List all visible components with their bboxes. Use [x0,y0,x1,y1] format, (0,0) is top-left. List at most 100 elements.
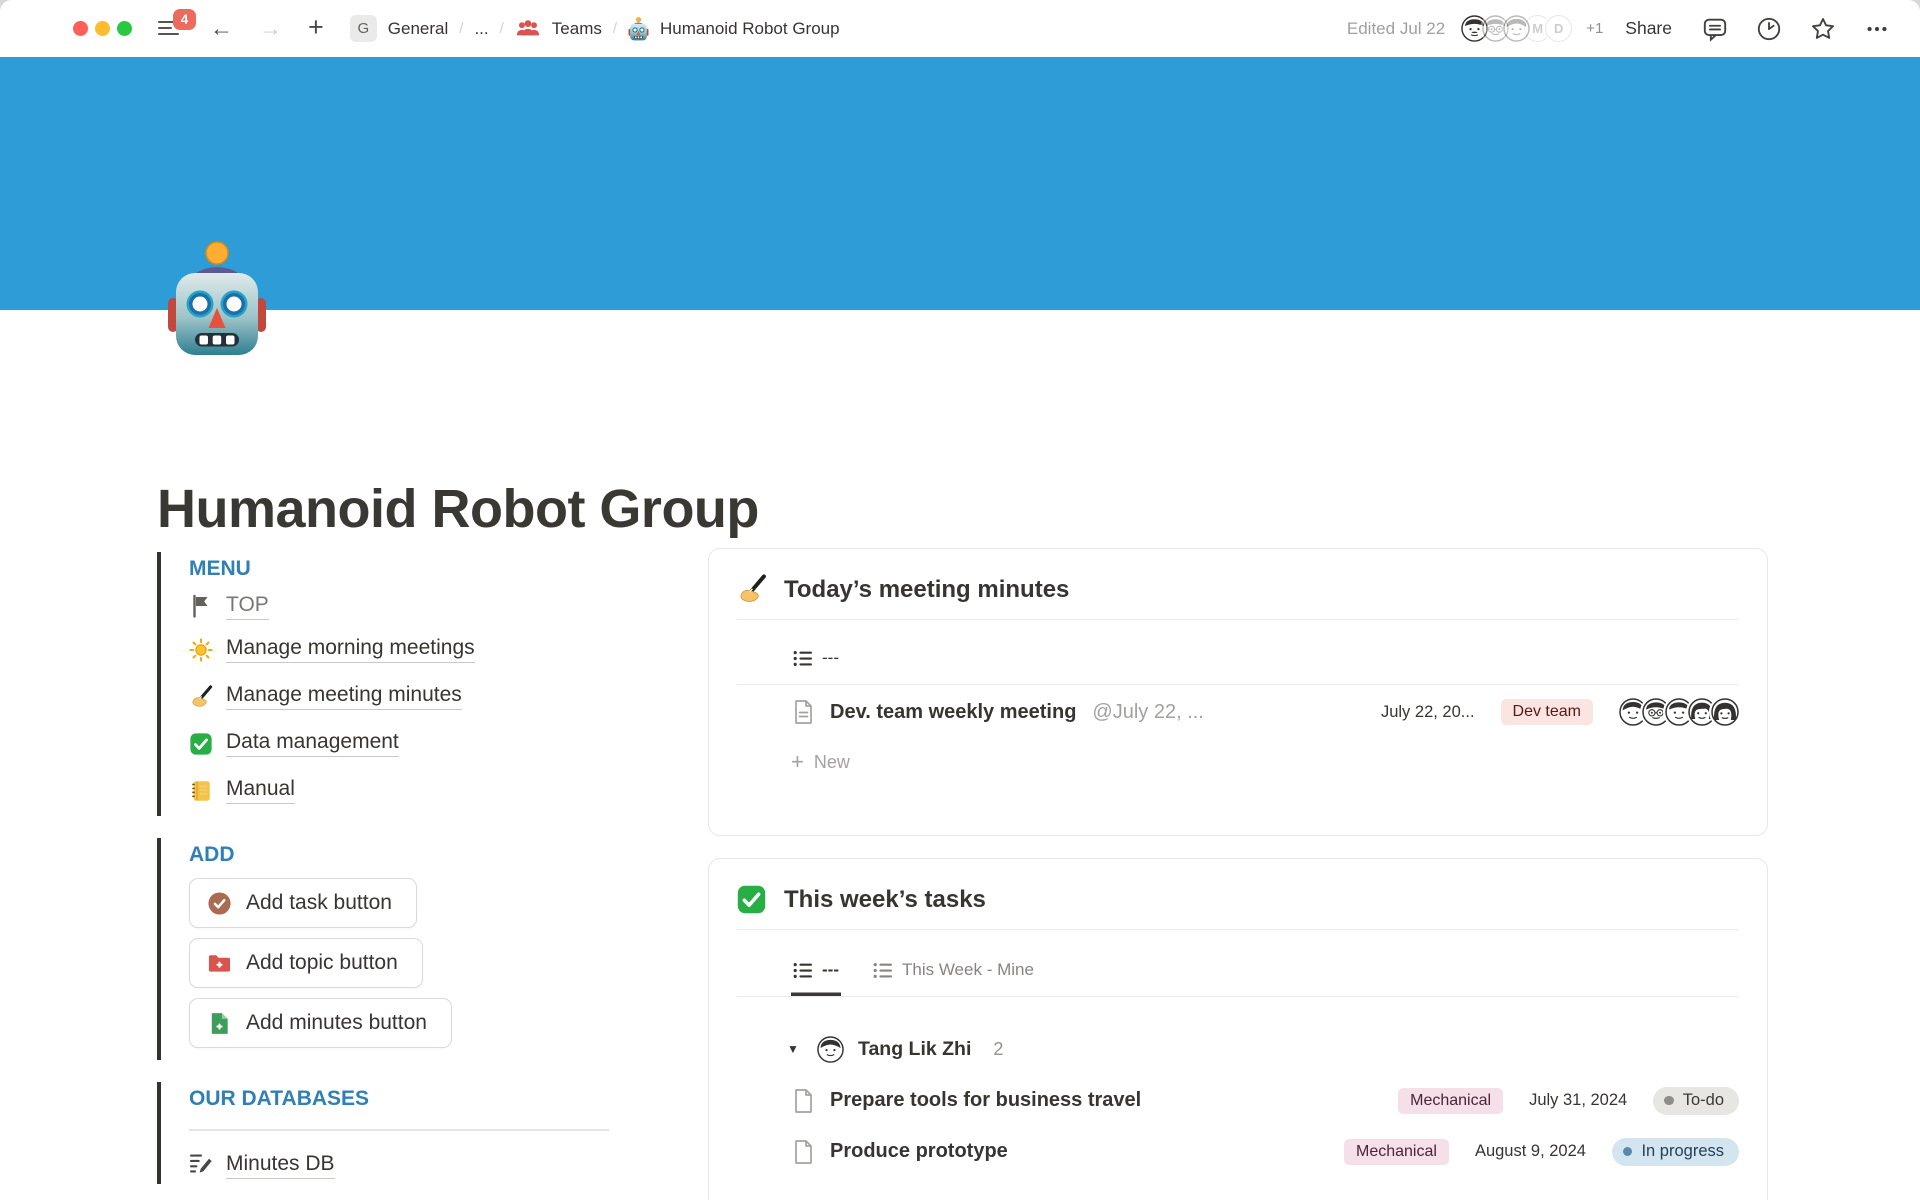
breadcrumb-separator: / [459,20,463,37]
avatar-overflow-count[interactable]: +1 [1586,20,1603,37]
back-button[interactable]: ← [210,17,233,40]
task-row[interactable]: Prepare tools for business travel Mechan… [737,1075,1739,1126]
nav-controls: 4 ← → + [158,16,324,41]
folder-plus-icon [207,951,232,976]
menu-link-label[interactable]: Manage morning meetings [226,636,475,663]
updates-clock-icon[interactable] [1756,16,1782,42]
add-task-label: Add task button [246,891,392,915]
task-check-circle-icon [207,891,232,916]
forward-button[interactable]: → [259,17,282,40]
avatar[interactable] [1503,15,1530,42]
status-dot [1623,1147,1633,1157]
meeting-row[interactable]: Dev. team weekly meeting @July 22, ... J… [737,685,1739,739]
viewer-avatars: M D [1461,15,1572,42]
new-label: New [814,752,850,773]
menu-section: MENU TOP Manage morning meetings Manage … [157,552,637,816]
breadcrumb-page[interactable]: Humanoid Robot Group [660,19,840,39]
status-badge-todo: To-do [1653,1087,1739,1115]
document-icon [791,699,816,725]
category-tag: Mechanical [1398,1088,1503,1114]
menu-link-data-management[interactable]: Data management [189,720,637,767]
breadcrumb-separator: / [613,20,617,37]
menu-link-label[interactable]: Manage meeting minutes [226,683,462,710]
add-topic-button[interactable]: Add topic button [189,938,423,988]
card-header: Today’s meeting minutes [709,549,1767,619]
task-title: Produce prototype [830,1140,1008,1163]
status-dot [1664,1096,1674,1106]
avatar [817,1036,844,1063]
breadcrumb-separator: / [500,20,504,37]
meeting-date: July 22, 20... [1381,703,1475,722]
list-view-icon [793,650,813,667]
minutes-db-label[interactable]: Minutes DB [226,1152,335,1179]
add-section: ADD Add task button Add topic button [157,838,637,1060]
page-icon [791,1139,816,1165]
page-title: Humanoid Robot Group [157,478,759,540]
writing-hand-icon [736,574,767,605]
sun-icon [189,638,213,662]
breadcrumb-teams[interactable]: Teams [552,19,602,39]
new-meeting-button[interactable]: + New [737,739,1739,786]
avatar-initial[interactable]: D [1545,15,1572,42]
green-check-icon [189,732,213,756]
view-tab-active[interactable]: --- [791,930,841,996]
robot-page-icon[interactable] [166,240,268,358]
sidebar-toggle-icon[interactable]: 4 [158,18,184,40]
breadcrumb-ellipsis[interactable]: ... [474,19,488,39]
flag-icon [189,594,213,618]
task-row[interactable]: Produce prototype Mechanical August 9, 2… [737,1126,1739,1177]
workspace-chip[interactable]: G [350,15,377,42]
window-controls [0,21,132,36]
green-check-icon [736,884,767,915]
more-ellipsis-icon[interactable] [1864,16,1890,42]
breadcrumb: G General / ... / Teams / Humanoid Robot… [350,15,840,42]
last-edited-label: Edited Jul 22 [1347,19,1445,39]
zoom-window-button[interactable] [117,21,132,36]
view-tab-label: This Week - Mine [902,960,1034,980]
share-button[interactable]: Share [1625,18,1672,39]
add-task-button[interactable]: Add task button [189,878,417,928]
menu-link-label[interactable]: Manual [226,777,295,804]
add-topic-label: Add topic button [246,951,398,975]
page-cover[interactable] [0,57,1920,310]
view-tab-label: --- [822,960,839,980]
databases-section: OUR DATABASES Minutes DB [157,1082,637,1184]
ledger-icon [189,779,213,803]
page-icon [791,1088,816,1114]
view-tab-this-week-mine[interactable]: This Week - Mine [871,930,1036,996]
view-tab[interactable]: --- [791,620,841,684]
favorite-star-icon[interactable] [1810,16,1836,42]
status-label: To-do [1683,1091,1724,1110]
file-plus-icon [207,1011,232,1036]
menu-link-label[interactable]: Data management [226,730,399,757]
meeting-title: Dev. team weekly meeting [830,701,1076,724]
task-date: July 31, 2024 [1529,1091,1627,1110]
category-tag: Mechanical [1344,1139,1449,1165]
robot-icon [628,17,649,41]
date-mention: @July 22, ... [1092,701,1203,724]
menu-link-label[interactable]: TOP [226,593,269,620]
menu-link-manual[interactable]: Manual [189,767,637,814]
notion-window: 4 ← → + G General / ... / Teams / Humano… [0,0,1920,1200]
task-title: Prepare tools for business travel [830,1089,1141,1112]
minimize-window-button[interactable] [95,21,110,36]
collapse-triangle-icon[interactable]: ▼ [787,1042,803,1056]
new-tab-button[interactable]: + [308,14,324,41]
menu-link-top[interactable]: TOP [189,586,637,626]
divider [189,1129,609,1131]
breadcrumb-general[interactable]: General [388,19,448,39]
close-window-button[interactable] [73,21,88,36]
menu-link-meeting-minutes[interactable]: Manage meeting minutes [189,673,637,720]
add-minutes-button[interactable]: Add minutes button [189,998,452,1048]
minutes-db-link[interactable]: Minutes DB [189,1150,637,1182]
group-header-row[interactable]: ▼ Tang Lik Zhi 2 [737,1023,1739,1075]
databases-header: OUR DATABASES [189,1086,637,1112]
list-pencil-icon [189,1151,213,1180]
comments-icon[interactable] [1702,16,1728,42]
menu-link-morning-meetings[interactable]: Manage morning meetings [189,626,637,673]
card-header: This week’s tasks [709,859,1767,929]
notification-badge: 4 [173,9,196,30]
status-badge-in-progress: In progress [1612,1138,1739,1166]
dev-team-tag: Dev team [1501,699,1593,725]
card-title: This week’s tasks [784,886,986,914]
